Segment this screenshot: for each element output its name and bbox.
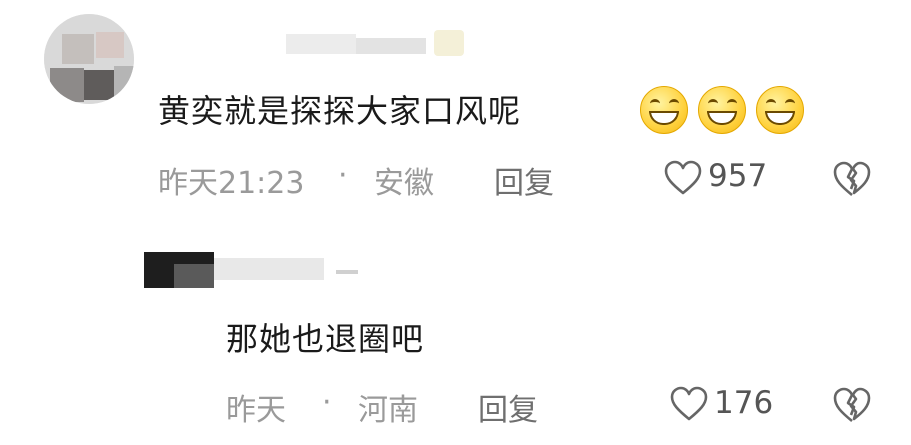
avatar-mosaic-tile [62, 34, 94, 64]
reply-text: 那她也退圈吧 [226, 320, 425, 358]
avatar-mosaic-tile [50, 68, 84, 102]
avatar-mosaic-tile [114, 66, 134, 104]
dislike-broken-heart-icon[interactable] [832, 160, 872, 202]
avatar-mosaic-tile [96, 32, 124, 58]
blurred-reply-username [336, 270, 358, 274]
comment-time: 昨天21:23 [158, 166, 305, 201]
reply-time: 昨天 [226, 393, 286, 428]
reply-button[interactable]: 回复 [478, 385, 538, 429]
reply-button[interactable]: 回复 [494, 158, 554, 202]
like-count: 176 [714, 385, 774, 421]
reply-avatar-mosaic-tile [174, 264, 214, 288]
commenter-avatar[interactable] [44, 14, 134, 104]
grinning-face-emoji-icon [756, 86, 804, 134]
meta-separator: · [338, 158, 348, 193]
blurred-badge [434, 30, 464, 56]
blurred-reply-username [214, 258, 324, 280]
like-count: 957 [708, 158, 768, 194]
blurred-username [356, 38, 426, 54]
meta-separator: · [322, 385, 332, 420]
blurred-username [286, 34, 356, 54]
grinning-face-emoji-icon [698, 86, 746, 134]
grinning-face-emoji-icon [640, 86, 688, 134]
dislike-broken-heart-icon[interactable] [832, 386, 872, 428]
comment-location: 安徽 [374, 166, 434, 201]
like-heart-icon[interactable] [670, 386, 708, 426]
comment-text: 黄奕就是探探大家口风呢 [158, 92, 522, 130]
like-heart-icon[interactable] [664, 160, 702, 200]
avatar-mosaic-tile [84, 70, 114, 100]
reply-location: 河南 [358, 393, 418, 428]
